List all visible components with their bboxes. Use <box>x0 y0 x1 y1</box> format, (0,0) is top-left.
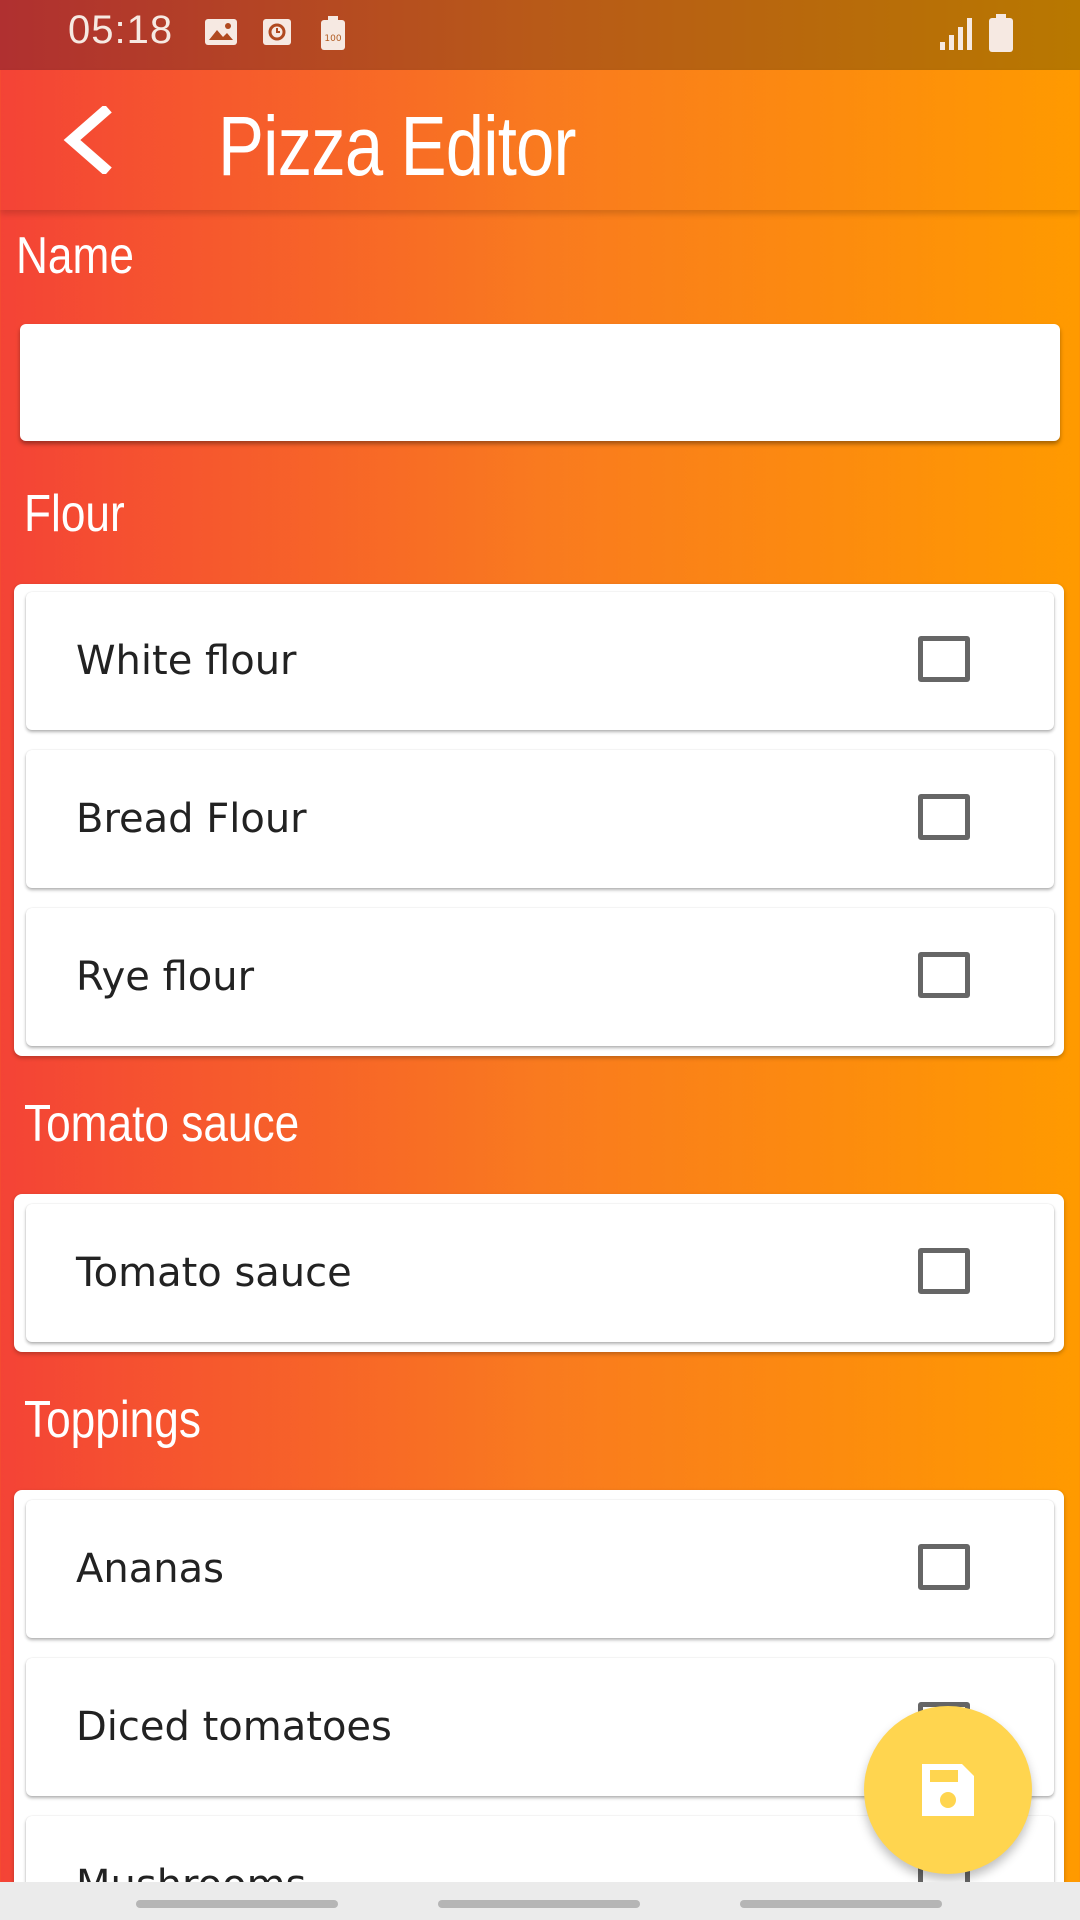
tomato-item-tomato-sauce[interactable]: Tomato sauce <box>26 1204 1054 1342</box>
item-label: Rye flour <box>76 954 255 1000</box>
battery-100-notification-icon: 100 <box>321 16 345 50</box>
item-label: Ananas <box>76 1546 224 1592</box>
system-nav-bar <box>0 1882 1080 1920</box>
nav-home-handle[interactable] <box>438 1900 640 1908</box>
bread-flour-checkbox[interactable] <box>918 794 970 840</box>
page-title: Pizza Editor <box>218 99 576 193</box>
item-label: Diced tomatoes <box>76 1704 392 1750</box>
status-time: 05:18 <box>68 8 174 52</box>
status-bar: 05:18 100 <box>0 0 1080 70</box>
battery-icon <box>989 14 1013 52</box>
item-label: White flour <box>76 638 297 684</box>
tomato-sauce-checkbox[interactable] <box>918 1248 970 1294</box>
ananas-checkbox[interactable] <box>918 1544 970 1590</box>
white-flour-checkbox[interactable] <box>918 636 970 682</box>
flour-item-white-flour[interactable]: White flour <box>26 592 1054 730</box>
flour-section-label: Flour <box>24 485 125 543</box>
pizza-name-input[interactable] <box>20 324 1060 441</box>
flour-item-bread-flour[interactable]: Bread Flour <box>26 750 1054 888</box>
item-label: Tomato sauce <box>76 1250 352 1296</box>
svg-text:100: 100 <box>324 34 341 44</box>
back-arrow-icon[interactable] <box>58 106 116 174</box>
save-icon <box>922 1764 974 1816</box>
nav-back-handle[interactable] <box>136 1900 338 1908</box>
app-bar: Pizza Editor <box>0 70 1080 210</box>
item-label: Bread Flour <box>76 796 307 842</box>
signal-icon <box>940 18 972 50</box>
save-fab-button[interactable] <box>864 1706 1032 1874</box>
nav-recents-handle[interactable] <box>740 1900 942 1908</box>
flour-item-rye-flour[interactable]: Rye flour <box>26 908 1054 1046</box>
rye-flour-checkbox[interactable] <box>918 952 970 998</box>
tomato-sauce-section-label: Tomato sauce <box>24 1095 300 1153</box>
toppings-section-label: Toppings <box>24 1391 201 1449</box>
image-notification-icon <box>205 19 237 45</box>
calendar-notification-icon <box>263 19 291 45</box>
topping-item-ananas[interactable]: Ananas <box>26 1500 1054 1638</box>
name-section-label: Name <box>16 227 134 285</box>
